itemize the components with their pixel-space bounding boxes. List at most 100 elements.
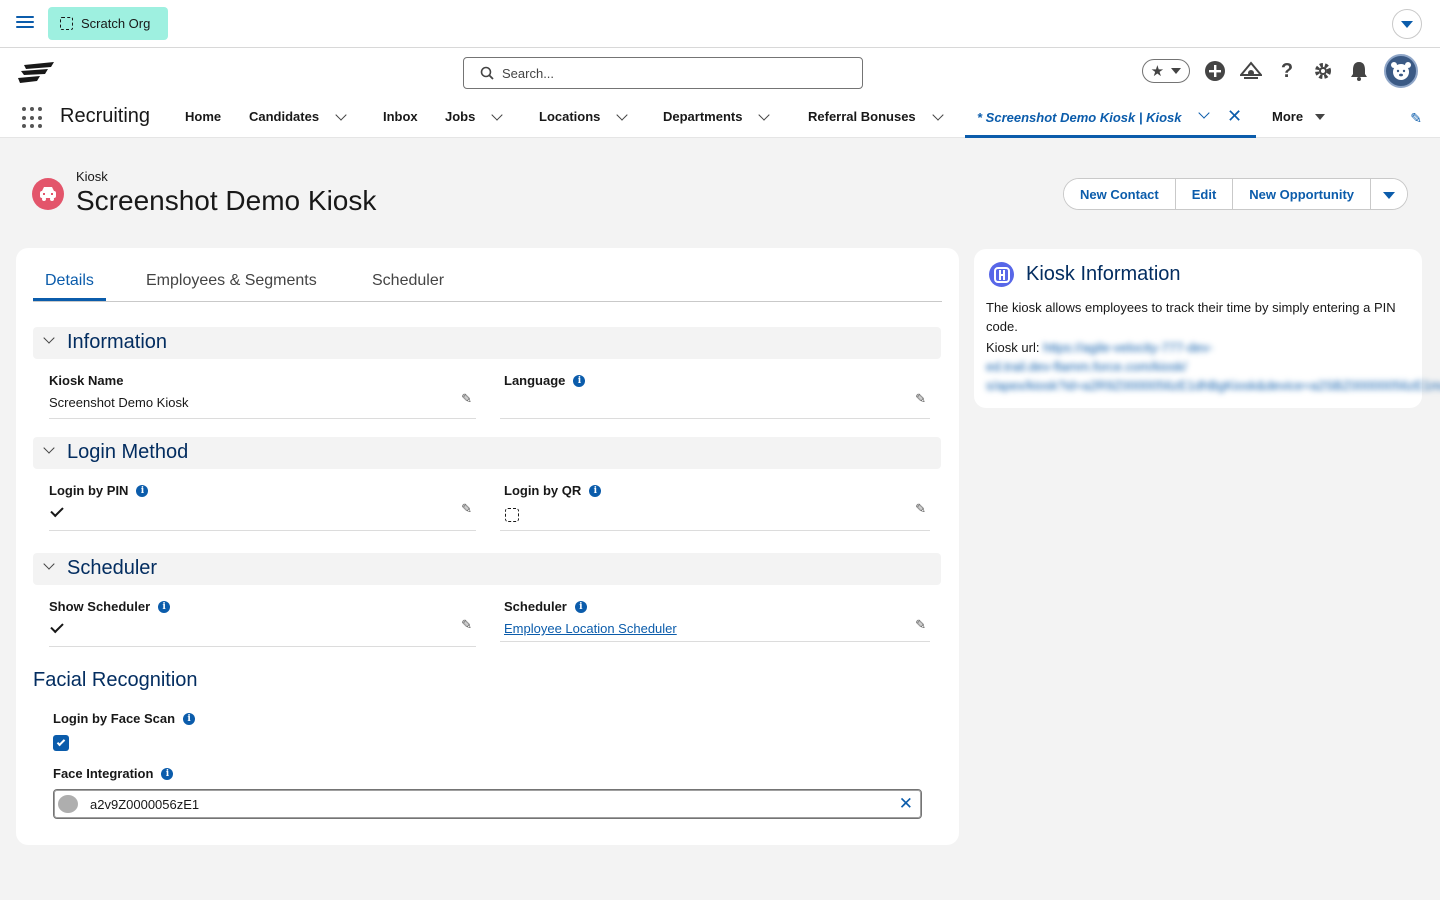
- kiosk-record-icon: [32, 178, 64, 210]
- checkmark-icon: [50, 619, 64, 634]
- app-logo[interactable]: [18, 62, 54, 87]
- edit-pencil-icon[interactable]: ✎: [915, 391, 926, 407]
- tab-employees-segments[interactable]: Employees & Segments: [146, 272, 317, 290]
- info-icon[interactable]: i: [183, 712, 196, 725]
- info-icon[interactable]: i: [158, 600, 171, 613]
- field-label: Kiosk Name: [49, 373, 124, 388]
- chevron-down-icon[interactable]: [758, 108, 771, 121]
- global-header: Search... ★ ? Recruiting Home Candidates…: [0, 48, 1440, 138]
- kiosk-info-icon: [989, 262, 1014, 287]
- info-icon[interactable]: i: [573, 374, 586, 387]
- field-login-by-qr: Login by QR i ✎: [500, 483, 930, 531]
- section-information[interactable]: Information: [33, 327, 941, 359]
- kiosk-url-link[interactable]: https://agile-velocity-777-dev-: [1043, 340, 1213, 355]
- info-icon[interactable]: i: [574, 600, 587, 613]
- nav-item-label: Jobs: [445, 109, 476, 124]
- chevron-down-icon[interactable]: [616, 108, 629, 121]
- field-value: Screenshot Demo Kiosk: [49, 395, 189, 410]
- salesforce-cloud-icon: [58, 795, 78, 813]
- record-actions: New Contact Edit New Opportunity: [1063, 178, 1409, 210]
- edit-nav-pencil-icon[interactable]: ✎: [1410, 110, 1422, 127]
- global-create-icon[interactable]: [1204, 60, 1226, 82]
- edit-pencil-icon[interactable]: ✎: [915, 501, 926, 517]
- app-navigation-bar: Recruiting Home Candidates Inbox Jobs Lo…: [0, 98, 1440, 138]
- kiosk-information-card: Kiosk Information The kiosk allows emplo…: [974, 249, 1440, 408]
- section-title: Scheduler: [67, 557, 158, 579]
- section-login-method[interactable]: Login Method: [33, 437, 941, 469]
- kiosk-url-link[interactable]: ed.trail.dev-flamm.force.com/kiosk/: [986, 359, 1187, 374]
- nav-item-label: Referral Bonuses: [808, 109, 916, 124]
- favorites-button[interactable]: ★: [1142, 59, 1190, 83]
- section-scheduler[interactable]: Scheduler: [33, 553, 941, 585]
- nav-item-label: Candidates: [249, 109, 320, 124]
- nav-item-label: Departments: [663, 109, 743, 124]
- scheduler-link[interactable]: Employee Location Scheduler: [504, 621, 677, 636]
- face-integration-lookup-input[interactable]: a2v9Z0000056zE1 ✕: [53, 789, 922, 819]
- notifications-bell-icon[interactable]: [1348, 60, 1370, 82]
- field-language: Language i ✎: [500, 373, 930, 419]
- gear-icon[interactable]: [1312, 60, 1334, 82]
- menu-icon[interactable]: [16, 16, 34, 32]
- field-kiosk-name: Kiosk Name Screenshot Demo Kiosk ✎: [49, 373, 476, 419]
- edit-pencil-icon[interactable]: ✎: [915, 617, 926, 633]
- edit-button[interactable]: Edit: [1175, 179, 1234, 209]
- chevron-down-icon[interactable]: [491, 108, 504, 121]
- help-icon[interactable]: ?: [1276, 60, 1298, 82]
- edit-pencil-icon[interactable]: ✎: [461, 617, 472, 633]
- clear-selection-icon[interactable]: ✕: [899, 794, 913, 814]
- chevron-down-icon[interactable]: [1198, 107, 1210, 119]
- nav-item-departments[interactable]: Departments: [663, 108, 771, 124]
- section-facial-recognition: Facial Recognition: [33, 669, 198, 691]
- info-icon[interactable]: i: [161, 767, 174, 780]
- active-tab-label: * Screenshot Demo Kiosk | Kiosk: [977, 110, 1182, 125]
- close-tab-icon[interactable]: ✕: [1227, 106, 1242, 127]
- scratch-org-badge[interactable]: Scratch Org: [48, 7, 168, 40]
- org-dropdown-button[interactable]: [1392, 9, 1422, 39]
- nav-more-menu[interactable]: More: [1272, 109, 1326, 124]
- record-tabs: Details Employees & Segments Scheduler: [33, 264, 942, 302]
- field-label-login-by-face: Login by Face Scan i: [53, 711, 196, 726]
- nav-item-referral-bonuses[interactable]: Referral Bonuses: [808, 108, 944, 124]
- edit-pencil-icon[interactable]: ✎: [461, 501, 472, 517]
- login-by-face-checkbox[interactable]: [53, 735, 69, 751]
- field-label-face-integration: Face Integration i: [53, 766, 174, 781]
- chevron-down-icon: [1315, 113, 1326, 120]
- user-avatar[interactable]: [1384, 54, 1418, 88]
- more-actions-button[interactable]: [1371, 179, 1408, 209]
- tab-details[interactable]: Details: [33, 272, 106, 301]
- chevron-down-icon[interactable]: [335, 108, 347, 121]
- global-search-input[interactable]: Search...: [463, 57, 863, 89]
- nav-item-home[interactable]: Home: [185, 109, 221, 124]
- tab-scheduler[interactable]: Scheduler: [372, 272, 444, 290]
- nav-item-label: Inbox: [383, 109, 418, 124]
- field-label: Language i: [504, 373, 586, 388]
- chevron-down-icon[interactable]: [931, 108, 944, 121]
- kiosk-url-link[interactable]: s/apex/kiosk?id=a2R9Z0000056zE1dhBgKiosk…: [986, 378, 1440, 393]
- kiosk-information-description: The kiosk allows employees to track thei…: [986, 300, 1396, 334]
- field-show-scheduler: Show Scheduler i ✎: [49, 599, 476, 647]
- record-type-label: Kiosk: [76, 169, 108, 184]
- nav-item-candidates[interactable]: Candidates: [249, 108, 347, 124]
- nav-more-label: More: [1272, 109, 1304, 124]
- nav-item-jobs[interactable]: Jobs: [445, 108, 504, 124]
- new-opportunity-button[interactable]: New Opportunity: [1233, 179, 1372, 209]
- field-label: Show Scheduler i: [49, 599, 171, 614]
- nav-item-inbox[interactable]: Inbox: [383, 109, 418, 124]
- edit-pencil-icon[interactable]: ✎: [461, 391, 472, 407]
- nav-item-locations[interactable]: Locations: [539, 108, 629, 124]
- app-launcher-icon[interactable]: [22, 107, 44, 129]
- field-scheduler: Scheduler i Employee Location Scheduler ✎: [500, 599, 930, 642]
- new-contact-button[interactable]: New Contact: [1064, 179, 1176, 209]
- unchecked-box-icon: [505, 508, 519, 522]
- lookup-value: a2v9Z0000056zE1: [90, 797, 200, 812]
- chevron-down-icon: [43, 332, 55, 344]
- trailhead-icon[interactable]: [1240, 60, 1262, 82]
- nav-item-active-record-tab[interactable]: * Screenshot Demo Kiosk | Kiosk ✕: [965, 98, 1256, 138]
- nav-item-label: Locations: [539, 109, 601, 124]
- scratch-org-icon: [60, 17, 73, 30]
- search-placeholder: Search...: [502, 65, 555, 81]
- info-icon[interactable]: i: [136, 484, 149, 497]
- info-icon[interactable]: i: [589, 484, 602, 497]
- field-label: Login by PIN i: [49, 483, 149, 498]
- checkmark-icon: [50, 503, 64, 518]
